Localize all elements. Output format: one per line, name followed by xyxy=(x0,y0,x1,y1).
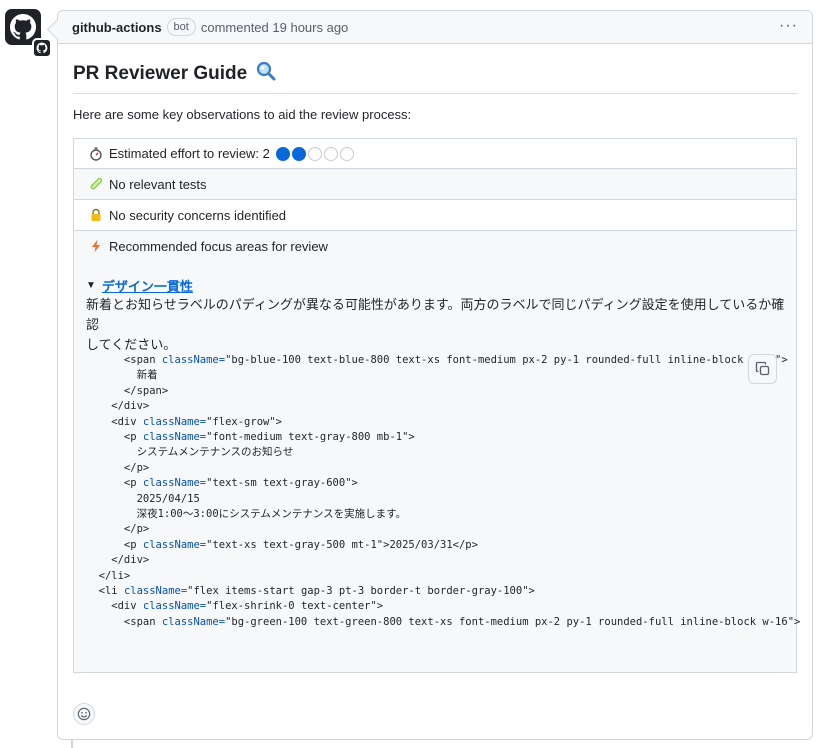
effort-row: Estimated effort to review: 2 xyxy=(74,139,796,169)
smiley-icon xyxy=(77,707,91,721)
timeline-line xyxy=(71,740,73,748)
author-link[interactable]: github-actions xyxy=(72,20,162,35)
lightning-icon xyxy=(88,238,104,254)
code-line: 新着 xyxy=(86,369,158,382)
effort-dot-filled xyxy=(291,146,306,161)
effort-dot-empty xyxy=(339,146,354,161)
code-line: <p className="font-medium text-gray-800 … xyxy=(86,431,415,443)
effort-label: Estimated effort to review: 2 xyxy=(109,146,270,161)
security-label: No security concerns identified xyxy=(109,207,287,223)
code-line: <li className="flex items-start gap-3 pt… xyxy=(86,585,535,597)
bot-app-badge xyxy=(32,38,52,58)
kebab-menu-icon[interactable]: ··· xyxy=(779,17,798,35)
observations-table: Estimated effort to review: 2 No relevan… xyxy=(73,138,800,673)
effort-dot-empty xyxy=(323,146,338,161)
effort-dot-filled xyxy=(275,146,290,161)
intro-text: Here are some key observations to aid th… xyxy=(73,107,412,122)
comment-timestamp[interactable]: 19 hours ago xyxy=(272,20,348,35)
code-line: </p> xyxy=(86,461,150,474)
github-mark-icon xyxy=(36,42,48,54)
tests-row: No relevant tests xyxy=(74,169,796,200)
code-line: </div> xyxy=(86,554,150,567)
bot-badge: bot xyxy=(166,18,196,36)
details-toggle[interactable]: ▼ デザイン一貫性 xyxy=(86,276,193,295)
code-line: 2025/04/15 xyxy=(86,492,200,505)
code-line: <div className="flex-grow"> xyxy=(86,415,282,428)
security-row: No security concerns identified xyxy=(74,200,796,231)
focus-label: Recommended focus areas for review xyxy=(109,238,328,254)
comment-box: github-actions bot commented 19 hours ag… xyxy=(57,10,813,740)
code-line: </div> xyxy=(86,400,150,413)
copy-icon xyxy=(755,361,769,376)
test-tube-icon xyxy=(88,176,104,192)
avatar[interactable] xyxy=(5,9,52,58)
add-reaction-button[interactable] xyxy=(73,703,95,725)
effort-dot-empty xyxy=(307,146,322,161)
guide-title: PR Reviewer Guide xyxy=(73,63,248,84)
copy-button[interactable] xyxy=(748,354,777,384)
focus-row: Recommended focus areas for review ▼ デザイ… xyxy=(74,231,800,672)
stopwatch-icon xyxy=(88,146,104,162)
code-line: <span className="bg-blue-100 text-blue-8… xyxy=(86,354,788,366)
code-line: システムメンテナンスのお知らせ xyxy=(86,446,294,459)
code-line: <div className="flex-shrink-0 text-cente… xyxy=(86,600,384,613)
magnifier-icon xyxy=(256,61,276,87)
code-line: <span className="bg-green-100 text-green… xyxy=(86,615,801,628)
code-line: <p className="text-xs text-gray-500 mt-1… xyxy=(86,538,478,551)
code-line: </span> xyxy=(86,384,169,397)
triangle-down-icon: ▼ xyxy=(86,280,96,291)
comment-action: commented xyxy=(200,19,269,35)
comment-meta: commented 19 hours ago xyxy=(201,20,348,35)
effort-rating xyxy=(275,146,354,161)
tests-label: No relevant tests xyxy=(109,176,207,192)
focus-description-line: 新着とお知らせラベルのパディングが異なる可能性があります。両方のラベルで同じパデ… xyxy=(86,297,785,332)
focus-header: Recommended focus areas for review xyxy=(88,231,328,261)
focus-description-line: してください。 xyxy=(86,337,177,352)
code-line: </li> xyxy=(86,569,131,582)
code-line: 深夜1:00～3:00にシステムメンテナンスを実施します。 xyxy=(86,508,407,520)
page-title: PR Reviewer Guide xyxy=(73,61,797,94)
code-line: <p className="text-sm text-gray-600"> xyxy=(86,477,358,490)
code-line: </p> xyxy=(86,523,150,536)
lock-icon xyxy=(88,207,104,223)
focus-description: 新着とお知らせラベルのパディングが異なる可能性があります。両方のラベルで同じパデ… xyxy=(86,295,786,355)
comment-header: github-actions bot commented 19 hours ag… xyxy=(58,11,812,44)
focus-area-link[interactable]: デザイン一貫性 xyxy=(102,276,193,295)
